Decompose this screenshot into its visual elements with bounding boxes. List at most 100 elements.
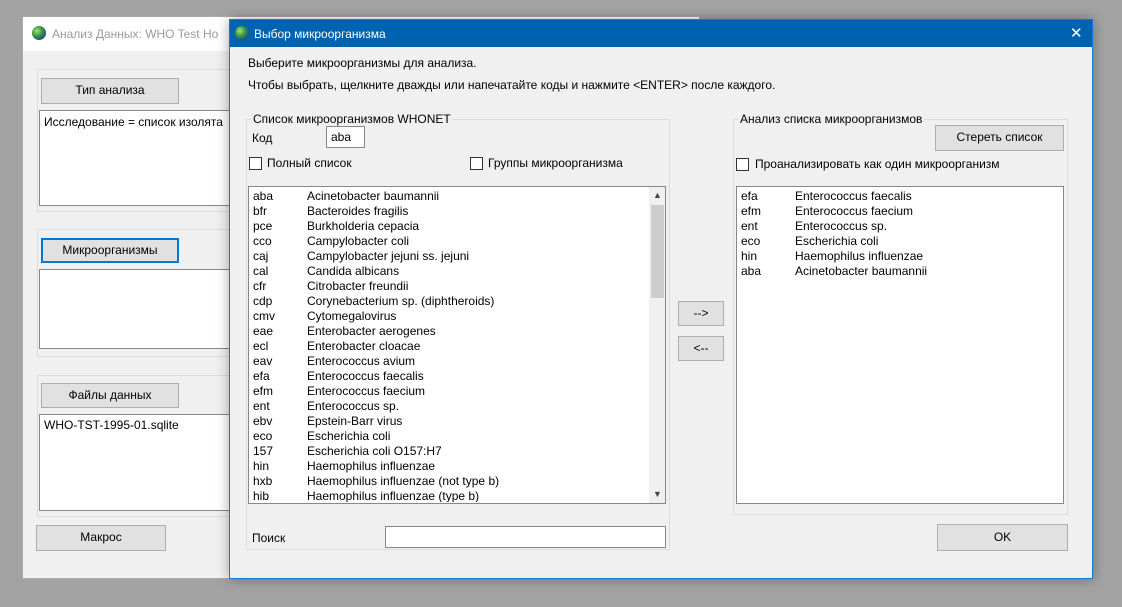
analysis-text: Исследование = список изолята <box>44 115 223 129</box>
data-file-item[interactable]: WHO-TST-1995-01.sqlite <box>44 418 179 432</box>
globe-icon <box>235 26 249 40</box>
organism-code: cco <box>253 234 272 248</box>
organism-code: efa <box>253 369 270 383</box>
organism-name: Epstein-Barr virus <box>307 414 403 428</box>
analysis-organism-list[interactable]: efa Enterococcus faecalis efm Enterococcus … <box>736 186 1064 504</box>
analysis-list-legend: Анализ списка микроорганизмов <box>738 112 925 126</box>
list-item[interactable]: eae Enterobacter aerogenes <box>249 324 649 339</box>
list-item[interactable]: bfr Bacteroides fragilis <box>249 204 649 219</box>
organism-name: Enterococcus avium <box>307 354 416 368</box>
remove-organism-button[interactable]: <-- <box>678 336 724 361</box>
scroll-down-icon[interactable]: ▼ <box>649 486 665 503</box>
list-item[interactable]: cal Candida albicans <box>249 264 649 279</box>
organism-code: cfr <box>253 279 267 293</box>
organism-code: cmv <box>253 309 275 323</box>
organism-code: hxb <box>253 474 273 488</box>
organism-code: efm <box>741 204 762 218</box>
list-item[interactable]: caj Campylobacter jejuni ss. jejuni <box>249 249 649 264</box>
analysis-type-button[interactable]: Тип анализа <box>41 78 179 104</box>
list-item[interactable]: ecl Enterobacter cloacae <box>249 339 649 354</box>
list-item[interactable]: aba Acinetobacter baumannii <box>737 264 1063 279</box>
list-item[interactable]: ent Enterococcus sp. <box>737 219 1063 234</box>
organism-name: Enterobacter aerogenes <box>307 324 436 338</box>
organism-groups-checkbox[interactable] <box>470 157 483 170</box>
list-item[interactable]: hin Haemophilus influenzae <box>249 459 649 474</box>
organisms-box[interactable] <box>39 269 235 349</box>
list-item[interactable]: cfr Citrobacter freundii <box>249 279 649 294</box>
macro-button[interactable]: Макрос <box>36 525 166 551</box>
organism-name: Haemophilus influenzae <box>307 459 436 473</box>
list-item[interactable]: 157 Escherichia coli O157:H7 <box>249 444 649 459</box>
background-window-title: Анализ Данных: WHO Test Ho <box>52 27 219 41</box>
instruction-line-2: Чтобы выбрать, щелкните дважды или напеч… <box>248 78 776 92</box>
full-list-checkbox[interactable] <box>249 157 262 170</box>
organisms-button[interactable]: Микроорганизмы <box>41 238 179 263</box>
add-organism-button[interactable]: --> <box>678 301 724 326</box>
organism-code: ent <box>253 399 270 413</box>
organism-name: Corynebacterium sp. (diphtheroids) <box>307 294 495 308</box>
list-item[interactable]: pce Burkholderia cepacia <box>249 219 649 234</box>
organism-name: Campylobacter coli <box>307 234 410 248</box>
list-item[interactable]: ebv Epstein-Barr virus <box>249 414 649 429</box>
list-item[interactable]: efa Enterococcus faecalis <box>737 189 1063 204</box>
analysis-list-rows: efa Enterococcus faecalis efm Enterococcus … <box>737 188 1063 502</box>
organism-name: Enterococcus faecium <box>307 384 426 398</box>
organism-code: 157 <box>253 444 274 458</box>
organism-name: Acinetobacter baumannii <box>307 189 440 203</box>
organism-code: caj <box>253 249 269 263</box>
organism-name: Enterobacter cloacae <box>307 339 421 353</box>
list-item[interactable]: efm Enterococcus faecium <box>249 384 649 399</box>
list-item[interactable]: efm Enterococcus faecium <box>737 204 1063 219</box>
whonet-list-scrollbar[interactable]: ▲ ▼ <box>649 187 665 503</box>
list-item[interactable]: aba Acinetobacter baumannii <box>249 189 649 204</box>
organism-name: Enterococcus faecalis <box>307 369 424 383</box>
organism-code: ebv <box>253 414 273 428</box>
organism-code: hib <box>253 489 270 502</box>
organism-name: Enterococcus sp. <box>795 219 888 233</box>
full-list-label: Полный список <box>267 156 352 170</box>
organism-name: Escherichia coli <box>307 429 391 443</box>
list-item[interactable]: cco Campylobacter coli <box>249 234 649 249</box>
organism-name: Citrobacter freundii <box>307 279 409 293</box>
whonet-list-rows: aba Acinetobacter baumannii bfr Bacteroides… <box>249 188 649 502</box>
organism-code: bfr <box>253 204 268 218</box>
whonet-list-legend: Список микроорганизмов WHONET <box>251 112 453 126</box>
scroll-up-icon[interactable]: ▲ <box>649 187 665 204</box>
clear-list-button[interactable]: Стереть список <box>935 125 1064 151</box>
organism-groups-label: Группы микроорганизма <box>488 156 623 170</box>
analyze-as-one-checkbox[interactable] <box>736 158 749 171</box>
list-item[interactable]: hxb Haemophilus influenzae (not type b) <box>249 474 649 489</box>
list-item[interactable]: hin Haemophilus influenzae <box>737 249 1063 264</box>
data-files-box[interactable]: WHO-TST-1995-01.sqlite <box>39 414 235 511</box>
list-item[interactable]: eav Enterococcus avium <box>249 354 649 369</box>
search-label: Поиск <box>252 531 286 545</box>
organism-name: Candida albicans <box>307 264 400 278</box>
organism-name: Acinetobacter baumannii <box>795 264 928 278</box>
whonet-organism-list[interactable]: aba Acinetobacter baumannii bfr Bacteroides… <box>248 186 666 504</box>
analysis-text-box[interactable]: Исследование = список изолята <box>39 110 235 206</box>
list-item[interactable]: hib Haemophilus influenzae (type b) <box>249 489 649 502</box>
search-input[interactable] <box>385 526 666 548</box>
list-item[interactable]: ent Enterococcus sp. <box>249 399 649 414</box>
scrollbar-thumb[interactable] <box>651 205 664 298</box>
organism-name: Campylobacter jejuni ss. jejuni <box>307 249 470 263</box>
organism-name: Enterococcus faecium <box>795 204 914 218</box>
list-item[interactable]: eco Escherichia coli <box>737 234 1063 249</box>
list-item[interactable]: efa Enterococcus faecalis <box>249 369 649 384</box>
organism-name: Escherichia coli <box>795 234 879 248</box>
list-item[interactable]: eco Escherichia coli <box>249 429 649 444</box>
code-input[interactable]: aba <box>326 126 365 148</box>
organism-code: pce <box>253 219 273 233</box>
close-icon[interactable]: ✕ <box>1070 24 1083 42</box>
organism-code: efa <box>741 189 758 203</box>
list-item[interactable]: cdp Corynebacterium sp. (diphtheroids) <box>249 294 649 309</box>
dialog-title: Выбор микроорганизма <box>254 27 386 41</box>
list-item[interactable]: cmv Cytomegalovirus <box>249 309 649 324</box>
globe-icon <box>32 26 46 40</box>
dialog-titlebar: Выбор микроорганизма ✕ <box>230 20 1092 47</box>
ok-button[interactable]: OK <box>937 524 1068 551</box>
data-files-button[interactable]: Файлы данных <box>41 383 179 408</box>
organism-selection-dialog: Выбор микроорганизма ✕ Выберите микроорг… <box>229 19 1093 579</box>
organism-code: efm <box>253 384 274 398</box>
organism-code: eco <box>741 234 761 248</box>
